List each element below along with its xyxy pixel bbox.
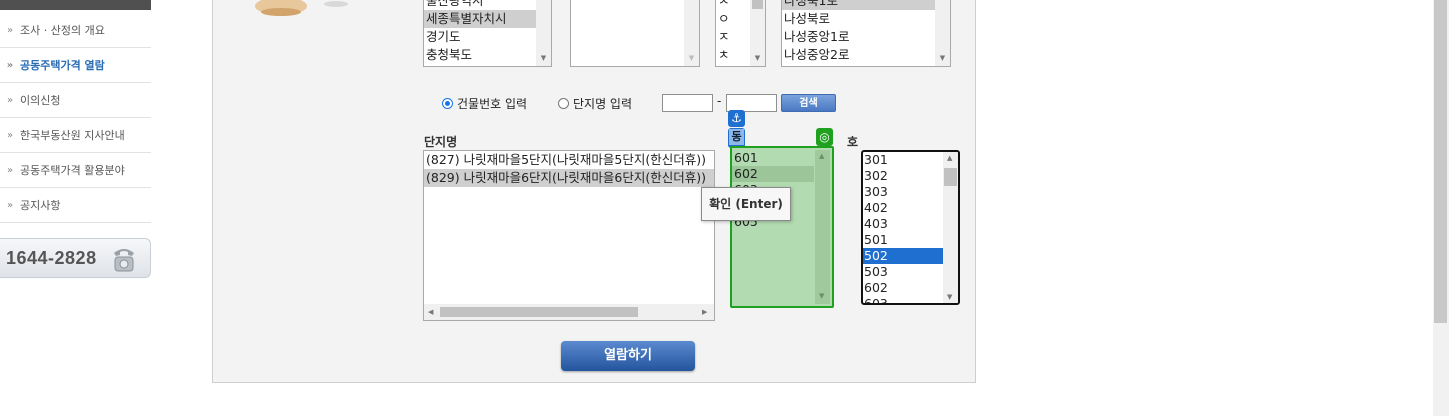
sidebar-menu-label: 조사 · 산정의 개요 (20, 24, 105, 37)
scroll-up-icon[interactable]: ▲ (947, 154, 952, 162)
road-option[interactable]: 나성중앙2로 (782, 46, 950, 64)
dong-label: 동 (729, 129, 744, 145)
scroll-down-icon[interactable]: ▼ (935, 51, 950, 66)
page-scroll-thumb[interactable] (1434, 0, 1447, 323)
sidebar-menu-item[interactable]: » 공동주택가격 열람 (0, 48, 151, 83)
radio-complex-label: 단지명 입력 (573, 97, 633, 111)
complex-hscrollbar[interactable]: ◀ ▶ (424, 304, 714, 320)
scroll-down-icon[interactable]: ▼ (819, 292, 824, 300)
complex-label: 단지명 (424, 135, 458, 149)
scroll-down-icon[interactable]: ▼ (750, 51, 765, 66)
chevron-right-icon: » (6, 59, 14, 71)
scroll-down-icon[interactable]: ▼ (684, 51, 699, 66)
chevron-right-icon: » (6, 164, 14, 176)
sidebar-menu-item[interactable]: » 공동주택가격 활용분야 (0, 153, 151, 188)
hscroll-thumb[interactable] (440, 307, 638, 317)
sidebar-header-bar (0, 0, 151, 10)
scroll-right-icon[interactable]: ▶ (702, 304, 707, 320)
dong-option[interactable]: 602 (732, 166, 814, 182)
ho-scroll-thumb[interactable] (944, 168, 957, 186)
radio-building-number[interactable]: 건물번호 입력 (442, 95, 527, 112)
sidebar-menu-item[interactable]: » 공지사항 (0, 188, 151, 223)
phone-banner: 1644-2828 (0, 238, 151, 278)
ho-label: 호 (847, 135, 859, 149)
ho-option[interactable]: 402 (863, 200, 943, 216)
district-listbox[interactable]: ▼ (570, 0, 700, 67)
search-button[interactable]: 검색 (781, 94, 836, 112)
scroll-left-icon[interactable]: ◀ (428, 304, 433, 320)
complex-listbox[interactable]: (827) 나릿재마을5단지(나릿재마을5단지(한신더휴)) (829) 나릿재마… (423, 150, 715, 321)
search-panel: 울산광역시 세종특별자치시 경기도 충청북도 ▼ ▼ ㅅㅇㅈㅊ ▼ 나성북1로 나성북로… (212, 0, 976, 383)
page-scrollbar[interactable] (1433, 0, 1449, 416)
complex-option[interactable]: (829) 나릿재마을6단지(나릿재마을6단지(한신더휴)) (424, 169, 714, 187)
radio-checked-icon[interactable] (442, 98, 453, 109)
scroll-down-icon[interactable]: ▼ (536, 51, 551, 66)
dong-scrollbar[interactable]: ▲ ▼ (815, 150, 830, 304)
road-option[interactable]: 나성북로 (782, 10, 950, 28)
region-scrollbar[interactable]: ▼ (536, 0, 551, 66)
sidebar-menu-item[interactable]: » 조사 · 산정의 개요 (0, 13, 151, 48)
target-icon: ◎ (816, 128, 833, 146)
building-number-input-1[interactable] (662, 94, 713, 112)
ho-option[interactable]: 602 (863, 280, 943, 296)
sidebar-menu-label: 공지사항 (20, 199, 61, 212)
chevron-right-icon: » (6, 24, 14, 36)
telephone-icon (114, 249, 134, 272)
ho-option[interactable]: 503 (863, 264, 943, 280)
ho-option[interactable]: 302 (863, 168, 943, 184)
complex-option[interactable]: (827) 나릿재마을5단지(나릿재마을5단지(한신더휴)) (424, 151, 714, 169)
dong-listbox[interactable]: 601602603604605 ▲ ▼ (730, 146, 834, 308)
region-option[interactable]: 울산광역시 (424, 0, 551, 10)
chevron-right-icon: » (6, 129, 14, 141)
initial-listbox[interactable]: ㅅㅇㅈㅊ ▼ (715, 0, 766, 67)
road-option[interactable]: 나성북1로 (782, 0, 950, 10)
region-option[interactable]: 세종특별자치시 (424, 10, 551, 28)
ho-option[interactable]: 403 (863, 216, 943, 232)
ho-option[interactable]: 603 (863, 296, 943, 303)
road-option[interactable]: 나성중앙1로 (782, 28, 950, 46)
illustration-fragment (255, 0, 348, 16)
region-listbox[interactable]: 울산광역시 세종특별자치시 경기도 충청북도 ▼ (423, 0, 552, 67)
separator-dash: - (717, 94, 722, 108)
scroll-up-icon[interactable]: ▲ (819, 152, 824, 160)
chevron-right-icon: » (6, 199, 14, 211)
phone-number: 1644-2828 (6, 247, 97, 268)
region-option[interactable]: 충청북도 (424, 46, 551, 64)
initial-scrollbar[interactable]: ▼ (750, 0, 765, 66)
confirm-tooltip: 확인 (Enter) (701, 187, 791, 221)
sidebar-menu-label: 공동주택가격 활용분야 (20, 164, 125, 177)
scroll-down-icon[interactable]: ▼ (947, 293, 952, 301)
sidebar-menu-label: 공동주택가격 열람 (20, 59, 105, 72)
region-option[interactable]: 경기도 (424, 28, 551, 46)
ho-option[interactable]: 301 (863, 152, 943, 168)
ho-scrollbar[interactable]: ▲ ▼ (943, 152, 958, 303)
sidebar-menu-label: 이의신청 (20, 94, 61, 107)
chevron-right-icon: » (6, 94, 14, 106)
ho-listbox[interactable]: 301 302 303 402 403 501 502 503 602 603 ▲ ▼ (861, 150, 960, 305)
sidebar-menu-item[interactable]: » 이의신청 (0, 83, 151, 118)
radio-unchecked-icon[interactable] (558, 98, 569, 109)
road-scrollbar[interactable]: ▼ (935, 0, 950, 66)
sidebar-menu-label: 한국부동산원 지사안내 (20, 129, 125, 142)
ho-option[interactable]: 501 (863, 232, 943, 248)
radio-complex-name[interactable]: 단지명 입력 (558, 95, 632, 112)
ho-option[interactable]: 502 (863, 248, 943, 264)
road-listbox[interactable]: 나성북1로 나성북로 나성중앙1로 나성중앙2로 ▼ (781, 0, 951, 67)
sidebar: » 조사 · 산정의 개요» 공동주택가격 열람» 이의신청» 한국부동산원 지사안내»… (0, 0, 151, 416)
district-scrollbar[interactable]: ▼ (684, 0, 699, 66)
view-button[interactable]: 열람하기 (561, 341, 695, 371)
ho-option[interactable]: 303 (863, 184, 943, 200)
anchor-icon: ⚓ (728, 110, 745, 127)
sidebar-menu-item[interactable]: » 한국부동산원 지사안내 (0, 118, 151, 153)
radio-building-label: 건물번호 입력 (457, 97, 528, 111)
dong-option[interactable]: 601 (732, 150, 814, 166)
